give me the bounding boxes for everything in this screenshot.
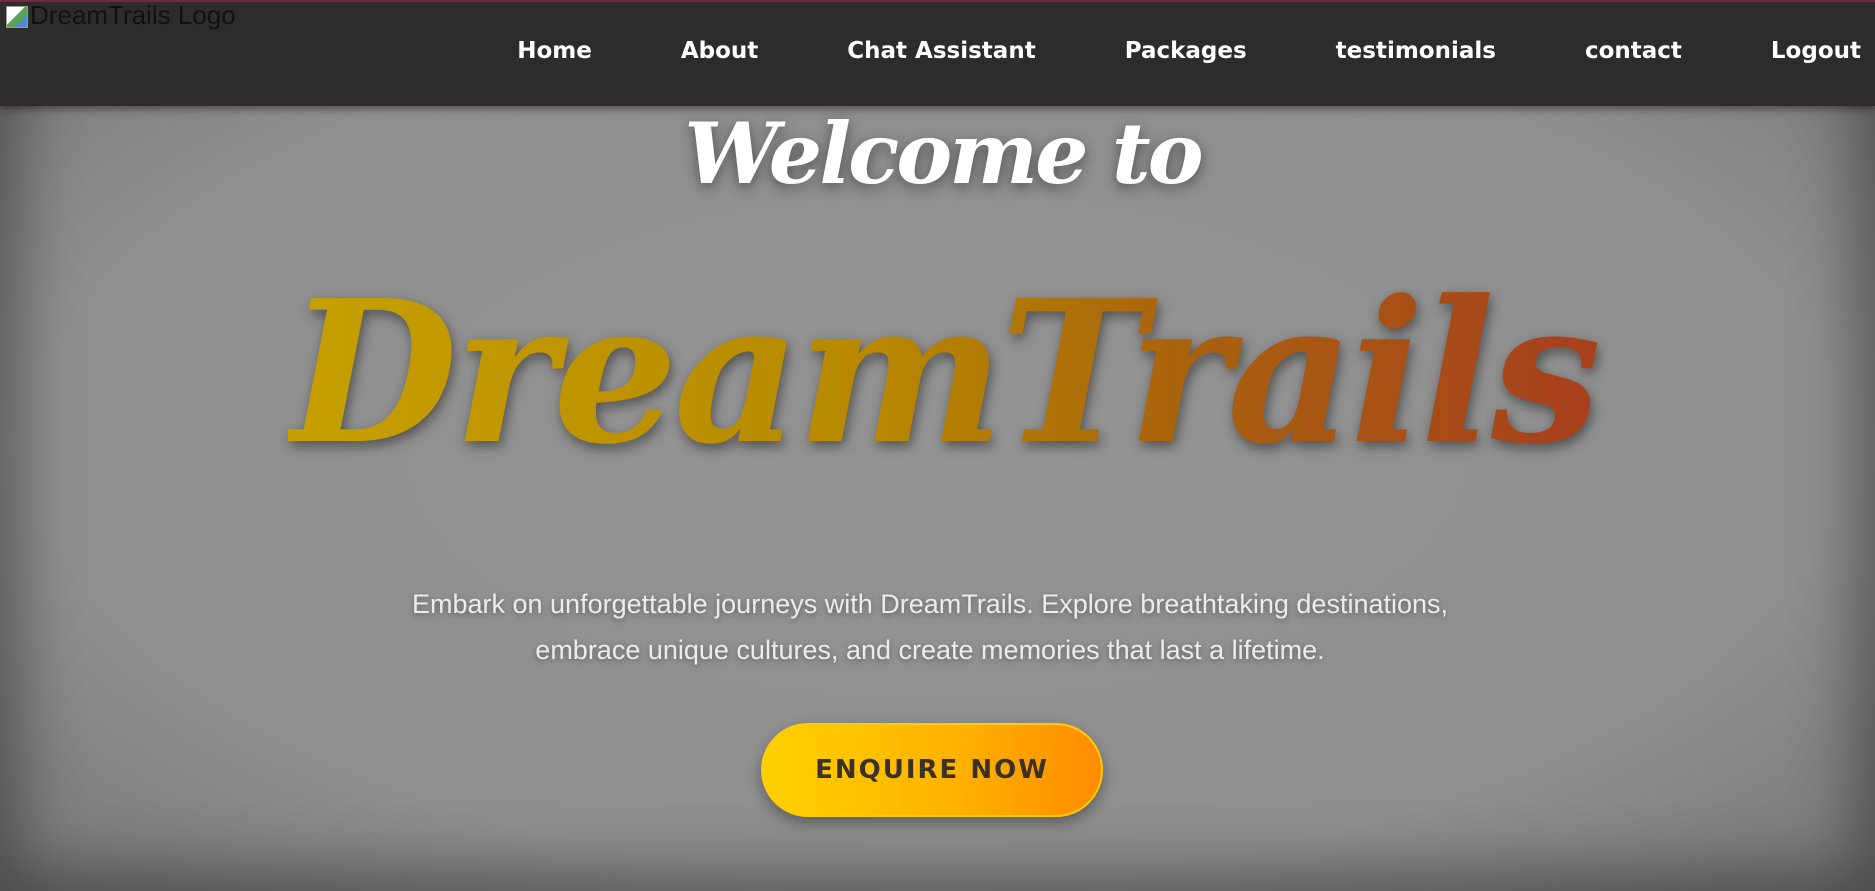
nav-link-about[interactable]: About: [681, 38, 758, 64]
nav-link-testimonials[interactable]: testimonials: [1336, 38, 1496, 64]
nav-link-logout[interactable]: Logout: [1771, 38, 1861, 64]
broken-image-icon: [6, 6, 28, 28]
nav-link-home[interactable]: Home: [517, 38, 592, 64]
enquire-now-button[interactable]: ENQUIRE NOW: [761, 723, 1103, 817]
welcome-heading: Welcome to: [684, 104, 1203, 203]
brand-title-text: DreamTrails: [287, 258, 1601, 488]
navbar: DreamTrails Logo Home About Chat Assista…: [0, 0, 1875, 106]
site-logo[interactable]: DreamTrails Logo: [6, 2, 236, 28]
hero-tagline: Embark on unforgettable journeys with Dr…: [411, 589, 1449, 665]
nav-link-chat-assistant[interactable]: Chat Assistant: [847, 38, 1035, 64]
nav-link-packages[interactable]: Packages: [1125, 38, 1247, 64]
main-nav: Home About Chat Assistant Packages testi…: [517, 38, 1861, 64]
logo-alt-text: DreamTrails Logo: [30, 0, 236, 30]
brand-title: DreamTrails: [0, 275, 1875, 471]
nav-link-contact[interactable]: contact: [1585, 38, 1682, 64]
